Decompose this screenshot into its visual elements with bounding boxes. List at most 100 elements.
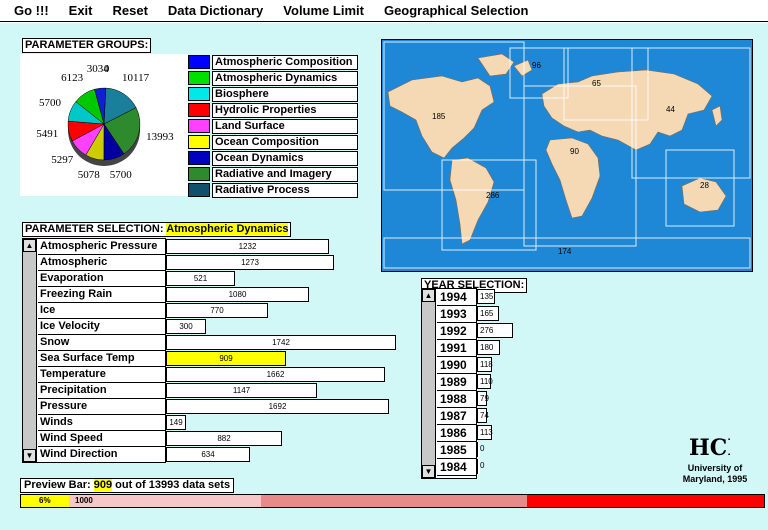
legend-item[interactable]: Biosphere: [188, 86, 358, 102]
parameter-count-bar[interactable]: 1742: [166, 335, 396, 350]
legend-label: Hydrolic Properties: [212, 102, 358, 118]
legend-item[interactable]: Radiative Process: [188, 182, 358, 198]
pie-value-label: 13993: [146, 130, 174, 143]
parameter-count-bar[interactable]: 300: [166, 319, 206, 334]
legend-label: Land Surface: [212, 118, 358, 134]
year-row[interactable]: 1990: [437, 357, 477, 374]
parameter-list[interactable]: ▲ ▼ Atmospheric Pressure Atmospheric Evapo…: [22, 238, 166, 463]
year-row[interactable]: 1987: [437, 408, 477, 425]
parameter-count-bar[interactable]: 1232: [166, 239, 329, 254]
legend-swatch: [188, 151, 210, 165]
parameter-row[interactable]: Snow: [38, 335, 166, 351]
scroll-down-icon[interactable]: ▼: [23, 449, 36, 462]
preview-percent: 6%: [39, 496, 51, 505]
legend-item[interactable]: Ocean Composition: [188, 134, 358, 150]
year-count-bar[interactable]: 135: [477, 289, 495, 304]
year-count-bar[interactable]: 118: [477, 357, 493, 372]
pie-value-label: 0: [103, 63, 110, 76]
menu-item-go[interactable]: Go !!!: [14, 3, 49, 18]
scroll-up-icon[interactable]: ▲: [23, 239, 36, 252]
logo-text: HCIL: [689, 435, 730, 461]
year-count-bar[interactable]: 0: [477, 459, 484, 474]
parameter-row[interactable]: Ice Velocity: [38, 319, 166, 335]
menu-item-data-dictionary[interactable]: Data Dictionary: [168, 3, 263, 18]
parameter-groups-pie[interactable]: 10117 13993 5700 5078 5297 5491 5700 6123 3034 0: [20, 54, 188, 196]
year-row[interactable]: 1984: [437, 459, 477, 476]
year-count-bar[interactable]: 74: [477, 408, 489, 423]
pie-value-label: 10117: [122, 71, 150, 84]
year-count-bar[interactable]: 110: [477, 374, 493, 389]
parameter-row[interactable]: Pressure: [38, 399, 166, 415]
parameter-count-bar[interactable]: 882: [166, 431, 282, 446]
menu-bar: Go !!! Exit Reset Data Dictionary Volume Lim…: [0, 0, 768, 22]
parameter-count-bar[interactable]: 1147: [166, 383, 317, 398]
parameter-row[interactable]: Freezing Rain: [38, 287, 166, 303]
parameter-row[interactable]: Wind Speed: [38, 431, 166, 447]
parameter-row[interactable]: Precipitation: [38, 383, 166, 399]
parameter-row[interactable]: Winds: [38, 415, 166, 431]
menu-item-reset[interactable]: Reset: [113, 3, 148, 18]
legend-item[interactable]: Land Surface: [188, 118, 358, 134]
parameter-row[interactable]: Sea Surface Temp: [38, 351, 166, 367]
year-count-bar[interactable]: 276: [477, 323, 513, 338]
year-row[interactable]: 1989: [437, 374, 477, 391]
parameter-selection-title: PARAMETER SELECTION: Atmospheric Dynamic…: [22, 222, 292, 237]
parameter-row[interactable]: Temperature: [38, 367, 166, 383]
pie-value-label: 5491: [36, 128, 59, 141]
menu-item-exit[interactable]: Exit: [69, 3, 93, 18]
parameter-count-bar[interactable]: 909: [166, 351, 286, 366]
year-list[interactable]: ▲ ▼ 1994 1993 1992 1991 1990 1989 1988 1987 1986…: [421, 288, 477, 479]
year-row[interactable]: 1992: [437, 323, 477, 340]
year-row[interactable]: 1988: [437, 391, 477, 408]
parameter-count-bar[interactable]: 770: [166, 303, 268, 318]
map-count-185: 185: [432, 112, 446, 121]
selected-group-label: Atmospheric Dynamics: [166, 223, 289, 235]
menu-item-geographical-selection[interactable]: Geographical Selection: [384, 3, 529, 18]
year-scroll-down-icon[interactable]: ▼: [422, 465, 435, 478]
parameter-count-bar[interactable]: 521: [166, 271, 235, 286]
parameter-scrollbar[interactable]: ▲ ▼: [23, 239, 37, 462]
legend-swatch: [188, 183, 210, 197]
legend-item[interactable]: Atmospheric Composition: [188, 54, 358, 70]
year-count-bar[interactable]: 113: [477, 425, 493, 440]
hcil-logo: HCIL: [689, 435, 730, 461]
world-map[interactable]: 96 65 44 185 90 28 286 174: [381, 39, 753, 272]
parameter-row[interactable]: Atmospheric: [38, 255, 166, 271]
parameter-count-bar[interactable]: 1273: [166, 255, 334, 270]
year-count-bar[interactable]: 165: [477, 306, 499, 321]
parameter-row[interactable]: Atmospheric Pressure: [38, 239, 166, 255]
pie-value-label: 5700: [39, 97, 62, 110]
parameter-count-bar[interactable]: 149: [166, 415, 186, 430]
year-row[interactable]: 1986: [437, 425, 477, 442]
world-map-graphic: 96 65 44 185 90 28 286 174: [383, 41, 751, 269]
parameter-row[interactable]: Ice: [38, 303, 166, 319]
legend-item[interactable]: Radiative and Imagery: [188, 166, 358, 182]
parameter-count-bar[interactable]: 634: [166, 447, 250, 462]
parameter-row[interactable]: Evaporation: [38, 271, 166, 287]
map-count-28: 28: [700, 181, 709, 190]
year-row[interactable]: 1985: [437, 442, 477, 459]
legend-swatch: [188, 119, 210, 133]
parameter-count-bar[interactable]: 1662: [166, 367, 385, 382]
year-scroll-up-icon[interactable]: ▲: [422, 289, 435, 302]
year-row[interactable]: 1993: [437, 306, 477, 323]
parameter-count-bar[interactable]: 1080: [166, 287, 309, 302]
year-count-bar[interactable]: 180: [477, 340, 500, 355]
legend-label: Radiative Process: [212, 182, 358, 198]
year-row[interactable]: 1991: [437, 340, 477, 357]
legend-item[interactable]: Hydrolic Properties: [188, 102, 358, 118]
year-row[interactable]: 1994: [437, 289, 477, 306]
menu-item-volume-limit[interactable]: Volume Limit: [283, 3, 364, 18]
year-count-bar[interactable]: 79: [477, 391, 489, 406]
parameter-row[interactable]: Wind Direction: [38, 447, 166, 463]
year-count-bar[interactable]: 0: [477, 442, 484, 457]
year-scrollbar[interactable]: ▲ ▼: [422, 289, 436, 478]
legend-label: Atmospheric Dynamics: [212, 70, 358, 86]
preview-label: Preview Bar: 909 out of 13993 data sets: [20, 478, 235, 493]
legend-label: Radiative and Imagery: [212, 166, 358, 182]
parameter-count-bar[interactable]: 1692: [166, 399, 389, 414]
legend-label: Ocean Dynamics: [212, 150, 358, 166]
legend-item[interactable]: Ocean Dynamics: [188, 150, 358, 166]
legend-swatch: [188, 135, 210, 149]
legend-item[interactable]: Atmospheric Dynamics: [188, 70, 358, 86]
